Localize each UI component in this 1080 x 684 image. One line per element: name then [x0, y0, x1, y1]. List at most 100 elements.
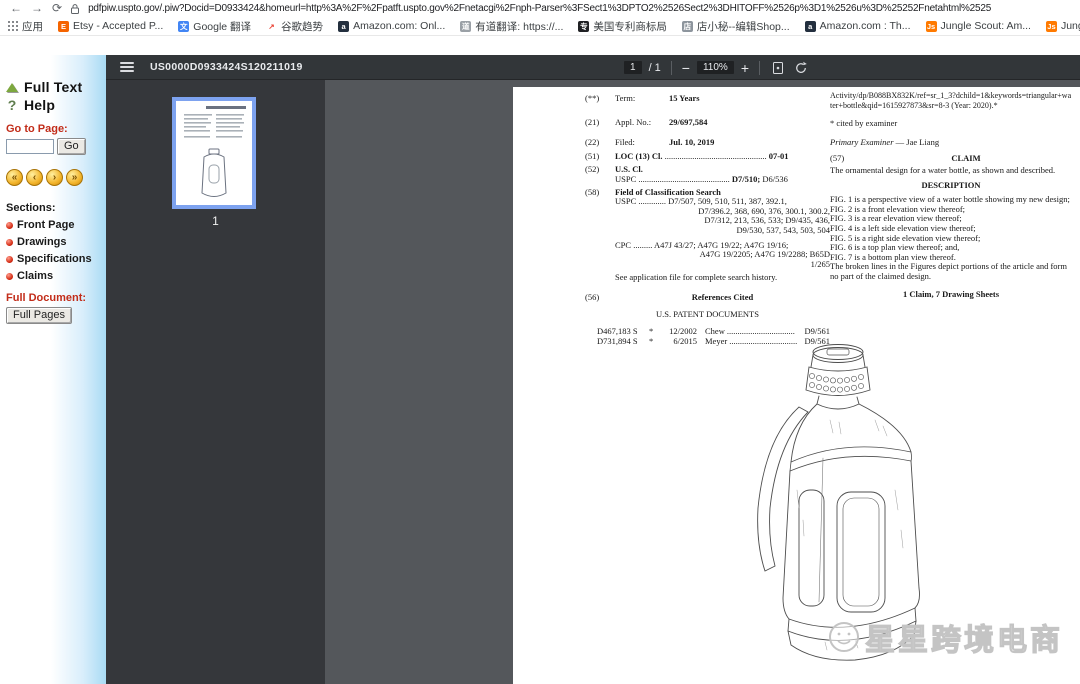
bookmark-amazon-1[interactable]: a Amazon.com: Onl...	[338, 20, 445, 32]
fit-page-icon[interactable]	[770, 60, 786, 76]
full-document-label: Full Document:	[6, 292, 106, 304]
prev-page-button[interactable]: ‹	[26, 169, 43, 186]
question-mark-icon: ?	[6, 97, 18, 113]
claim-text: The ornamental design for a water bottle…	[830, 166, 1072, 176]
reload-icon[interactable]: ⟳	[52, 0, 62, 17]
rotate-icon[interactable]	[793, 60, 809, 76]
watermark-logo-icon	[825, 618, 863, 656]
document-title: US0000D0933424S120211019	[150, 61, 303, 73]
full-pages-button[interactable]: Full Pages	[6, 307, 72, 324]
back-icon[interactable]: ←	[10, 0, 22, 17]
bookmark-label: Etsy - Accepted P...	[73, 20, 163, 32]
full-text-toggle[interactable]: Full Text	[6, 79, 106, 95]
loc-value: 07-01	[769, 151, 789, 161]
goto-page-input[interactable]	[6, 139, 54, 154]
page-1-thumbnail[interactable]	[172, 97, 256, 209]
section-label: Drawings	[17, 236, 67, 248]
section-label: Claims	[17, 270, 53, 282]
term-value: 15 Years	[669, 93, 700, 103]
junglescout-favicon: Js	[926, 21, 937, 32]
bookmark-etsy[interactable]: E Etsy - Accepted P...	[58, 20, 163, 32]
toolbar-divider	[671, 61, 672, 75]
address-bar: ← → ⟳ pdfpiw.uspto.gov/.piw?Docid=D09334…	[0, 0, 1080, 17]
thumbnail-page-number: 1	[106, 214, 325, 228]
field-code: (52)	[585, 165, 615, 175]
forward-icon[interactable]: →	[31, 0, 43, 17]
apps-menu[interactable]: 应用	[8, 19, 43, 34]
appl-value: 29/697,584	[669, 117, 708, 127]
goto-page-label: Go to Page:	[6, 123, 106, 135]
youdao-favicon: 道	[460, 21, 471, 32]
patent-page: (**) Term:15 Years (21) Appl. No.:29/697…	[513, 87, 1080, 684]
references-cited-heading: References Cited	[615, 293, 830, 303]
menu-icon[interactable]	[120, 60, 134, 74]
zoom-out-button[interactable]: −	[682, 61, 690, 75]
bookmark-label: Amazon.com : Th...	[820, 20, 911, 32]
examiner-name: — Jae Liang	[896, 137, 939, 147]
sidebar-item-drawings[interactable]: Drawings	[6, 236, 106, 248]
bookmark-google-trends[interactable]: ↗ 谷歌趋势	[266, 19, 323, 34]
url-field[interactable]: pdfpiw.uspto.gov/.piw?Docid=D0933424&hom…	[88, 3, 991, 14]
uspto-favicon: 专	[578, 21, 589, 32]
junglescout-favicon: Js	[1046, 21, 1057, 32]
red-bullet-icon	[6, 256, 13, 263]
first-page-button[interactable]: «	[6, 169, 23, 186]
trends-favicon: ↗	[266, 21, 277, 32]
description-heading: DESCRIPTION	[830, 181, 1072, 191]
bookmark-label: 谷歌趋势	[281, 19, 323, 34]
apps-grid-icon	[8, 21, 18, 31]
thumbnail-panel: 1	[106, 80, 325, 684]
collapse-triangle-icon[interactable]	[6, 83, 18, 92]
last-page-button[interactable]: »	[66, 169, 83, 186]
claims-sheets-line: 1 Claim, 7 Drawing Sheets	[830, 290, 1072, 300]
page-number-input[interactable]: 1	[624, 61, 642, 74]
sidebar-item-front-page[interactable]: Front Page	[6, 219, 106, 231]
page-top-margin	[0, 36, 1080, 55]
sidebar-item-specifications[interactable]: Specifications	[6, 253, 106, 265]
zoom-in-button[interactable]: +	[741, 61, 749, 75]
go-button[interactable]: Go	[57, 138, 86, 155]
bookmark-label: Jungle Scout Web...	[1061, 20, 1080, 32]
red-bullet-icon	[6, 273, 13, 280]
field-code: (21)	[585, 118, 615, 128]
help-label: Help	[24, 97, 55, 113]
sidebar-item-claims[interactable]: Claims	[6, 270, 106, 282]
examiner-label: Primary Examiner	[830, 137, 894, 147]
zoom-level-input[interactable]: 110%	[697, 61, 734, 74]
cited-by-examiner-note: * cited by examiner	[830, 119, 1072, 129]
google-translate-favicon: 文	[178, 21, 189, 32]
toolbar-divider	[759, 61, 760, 75]
bookmark-label: Amazon.com: Onl...	[353, 20, 445, 32]
field-code: (58)	[585, 188, 615, 198]
section-label: Front Page	[17, 219, 74, 231]
search-history-note: See application file for complete search…	[585, 273, 830, 283]
page-1-thumbnail-preview	[176, 101, 252, 205]
field-code: (51)	[585, 152, 615, 162]
patent-right-column: Activity/dp/B088BX832K/ref=sr_1_3?dchild…	[830, 87, 1072, 299]
ref-date: 6/2015	[661, 337, 697, 347]
patent-left-column: (**) Term:15 Years (21) Appl. No.:29/697…	[585, 87, 830, 346]
bookmark-uspto[interactable]: 专 美国专利商标局	[578, 19, 667, 34]
bookmark-dianxiaomi[interactable]: 店 店小秘--编辑Shop...	[682, 19, 790, 34]
ref-star: *	[649, 337, 661, 347]
amazon-favicon: a	[805, 21, 816, 32]
bookmark-amazon-2[interactable]: a Amazon.com : Th...	[805, 20, 911, 32]
bookmark-label: 店小秘--编辑Shop...	[697, 19, 790, 34]
loc-label: LOC (13) Cl.	[615, 151, 662, 161]
field-code: (56)	[585, 293, 615, 303]
next-page-button[interactable]: ›	[46, 169, 63, 186]
filed-value: Jul. 10, 2019	[669, 137, 714, 147]
bookmark-youdao[interactable]: 道 有道翻译: https://...	[460, 19, 563, 34]
bookmark-google-translate[interactable]: 文 Google 翻译	[178, 19, 251, 34]
dianxiaomi-favicon: 店	[682, 21, 693, 32]
bookmark-label: Google 翻译	[193, 19, 251, 34]
bookmark-junglescout-2[interactable]: Js Jungle Scout Web...	[1046, 20, 1080, 32]
uspc-label: USPC	[615, 174, 636, 184]
etsy-favicon: E	[58, 21, 69, 32]
watermark: 星星跨境电商	[825, 615, 1063, 659]
bookmarks-bar: 应用 E Etsy - Accepted P... 文 Google 翻译 ↗ …	[0, 17, 1080, 36]
bookmark-junglescout-1[interactable]: Js Jungle Scout: Am...	[926, 20, 1031, 32]
full-text-label: Full Text	[24, 79, 82, 95]
fos-uspc-line: D9/530, 537, 543, 503, 504	[585, 226, 830, 236]
help-link[interactable]: ? Help	[6, 97, 106, 113]
